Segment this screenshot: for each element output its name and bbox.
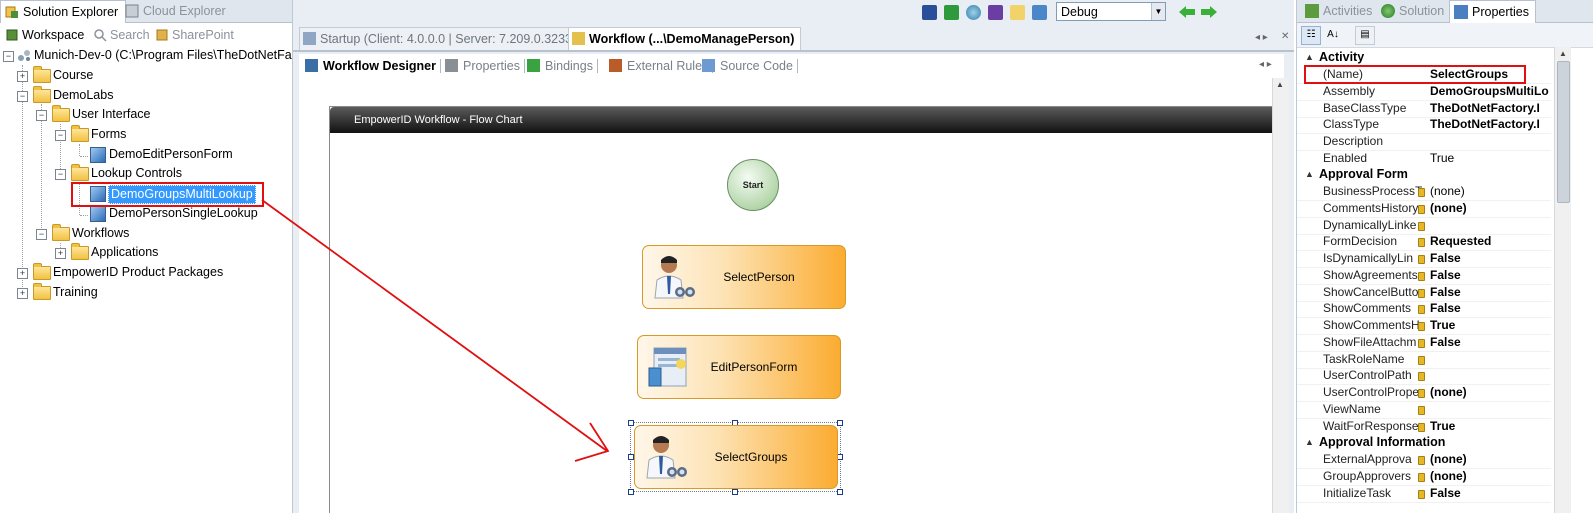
annotation-arrow	[261, 199, 610, 462]
